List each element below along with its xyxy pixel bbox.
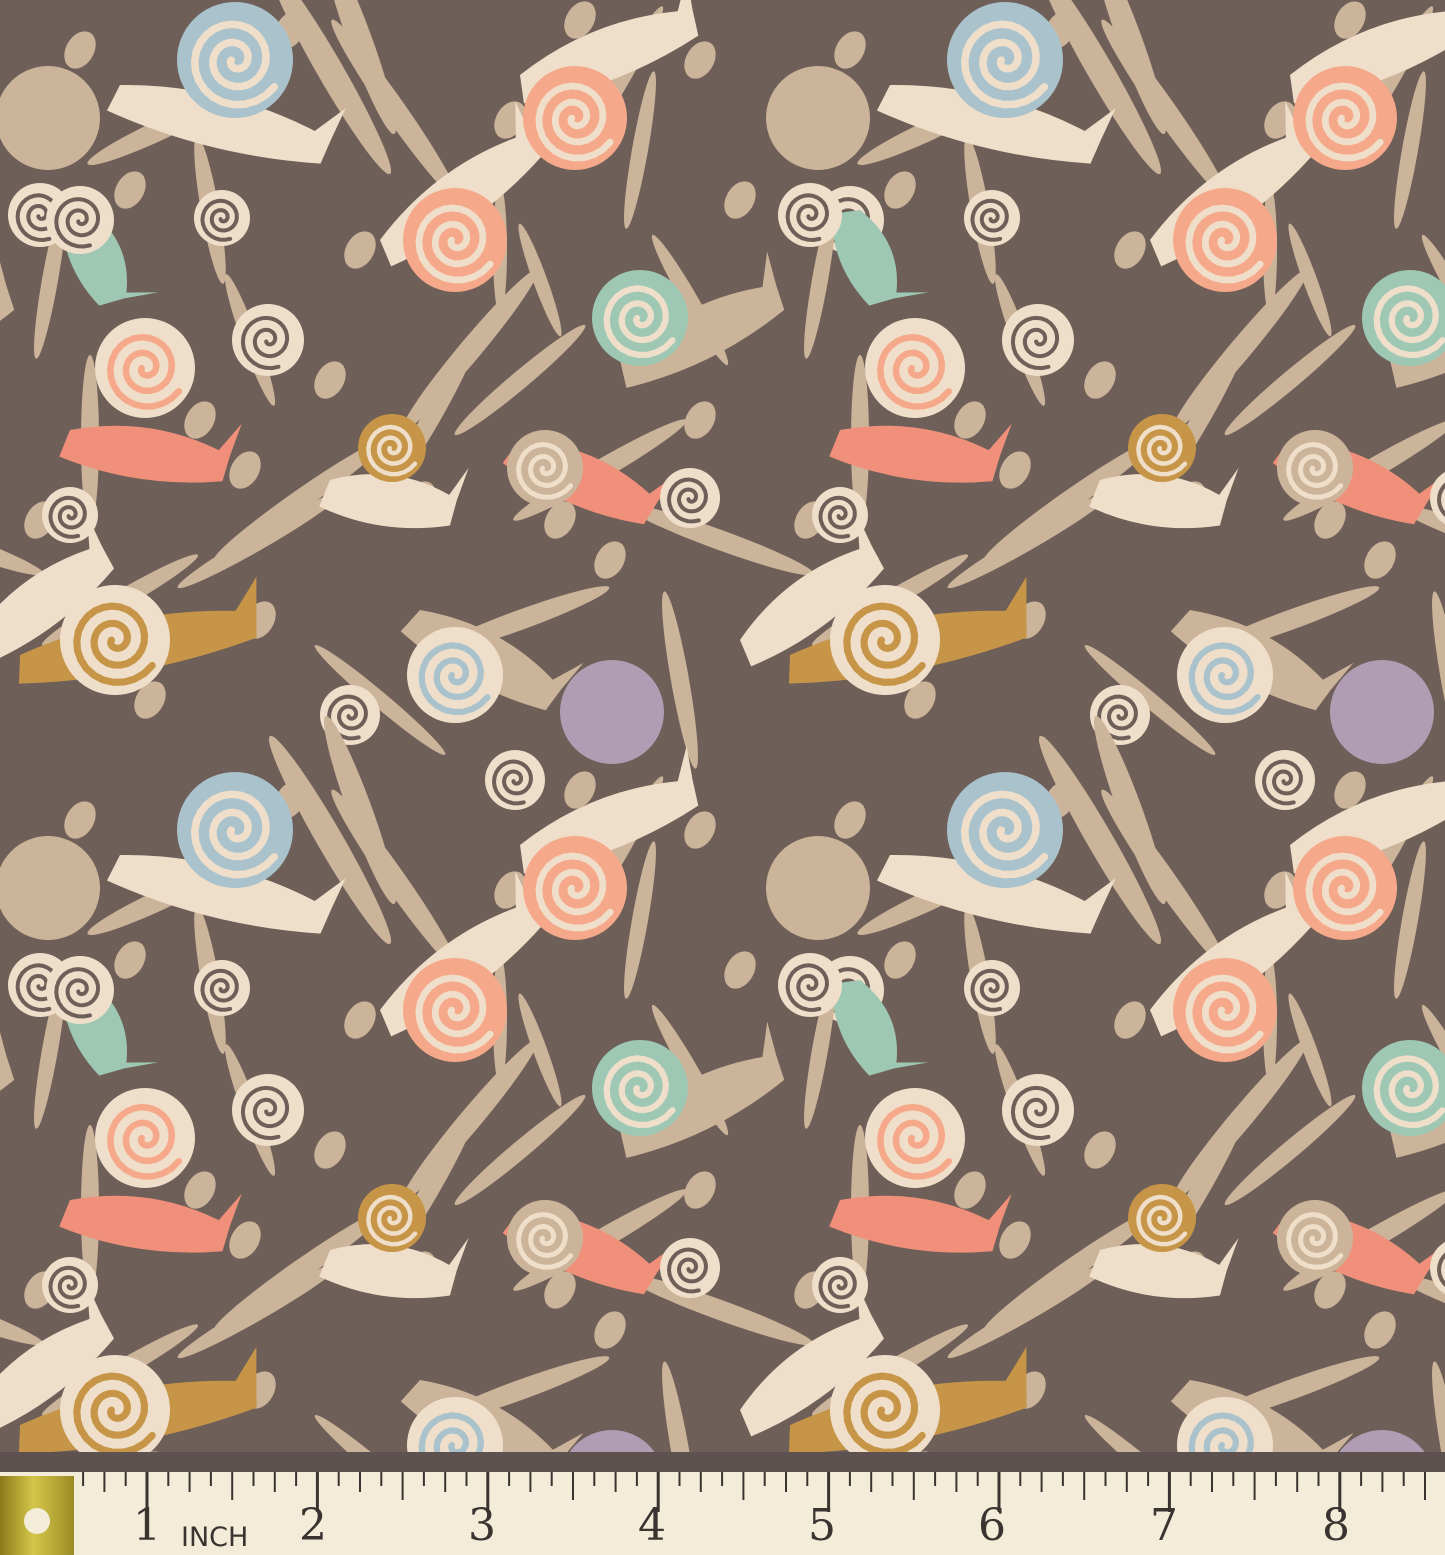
snail-print — [0, 0, 1445, 1452]
pebble — [1084, 361, 1116, 399]
measuring-ruler: 1 INCH 2 3 4 5 6 7 8 — [0, 1452, 1445, 1555]
pebble — [1364, 541, 1396, 579]
leaf-stroke — [947, 491, 1113, 589]
pebble — [594, 541, 626, 579]
pebble — [1084, 1131, 1116, 1169]
ruler-metal-clip — [0, 1476, 74, 1555]
pebble — [1114, 231, 1146, 269]
pebble — [1114, 1001, 1146, 1039]
snail-body — [0, 1021, 15, 1158]
snail-body — [0, 251, 15, 388]
ruler-number-1: 1 — [133, 1500, 161, 1551]
ruler-unit-label: INCH — [181, 1522, 249, 1553]
leaf-stroke — [1394, 71, 1426, 229]
leaf-stroke — [624, 841, 656, 999]
pattern-tile — [0, 0, 885, 810]
pebble — [314, 1131, 346, 1169]
pebble — [114, 171, 146, 209]
pebble — [64, 801, 96, 839]
pebble — [1364, 1311, 1396, 1349]
leaf-stroke — [1432, 1361, 1445, 1452]
ruler-clip-hole — [24, 1508, 50, 1534]
leaf-stroke — [177, 491, 343, 589]
pebble — [724, 181, 756, 219]
pebble — [114, 941, 146, 979]
ruler-number-6: 6 — [978, 1500, 1006, 1551]
leaf-stroke — [177, 1261, 343, 1359]
pebble — [314, 361, 346, 399]
pattern-tile — [0, 715, 885, 1452]
pebble — [834, 31, 866, 69]
pebble — [884, 171, 916, 209]
pebble — [594, 1311, 626, 1349]
leaf-stroke — [1432, 591, 1445, 769]
fabric-pattern — [0, 0, 1445, 1452]
ruler-number-4: 4 — [638, 1500, 666, 1551]
pebble — [834, 801, 866, 839]
leaf-stroke — [662, 591, 698, 769]
pattern-tile — [0, 956, 115, 1437]
pebble — [344, 231, 376, 269]
leaf-stroke — [624, 71, 656, 229]
pebble — [344, 1001, 376, 1039]
ruler-number-7: 7 — [1150, 1500, 1178, 1551]
leaf-stroke — [947, 1261, 1113, 1359]
pebble — [724, 951, 756, 989]
leaf-stroke — [662, 1361, 698, 1452]
snail-body-shape — [0, 1021, 15, 1158]
ruler-number-3: 3 — [468, 1500, 496, 1551]
ruler-number-5: 5 — [808, 1500, 836, 1551]
ruler-number-8: 8 — [1322, 1500, 1350, 1551]
snail-body-shape — [0, 251, 15, 388]
pattern-tile — [766, 0, 1445, 810]
ruler-number-2: 2 — [299, 1500, 327, 1551]
pebble — [64, 31, 96, 69]
leaf-stroke — [1394, 841, 1426, 999]
pebble — [884, 941, 916, 979]
